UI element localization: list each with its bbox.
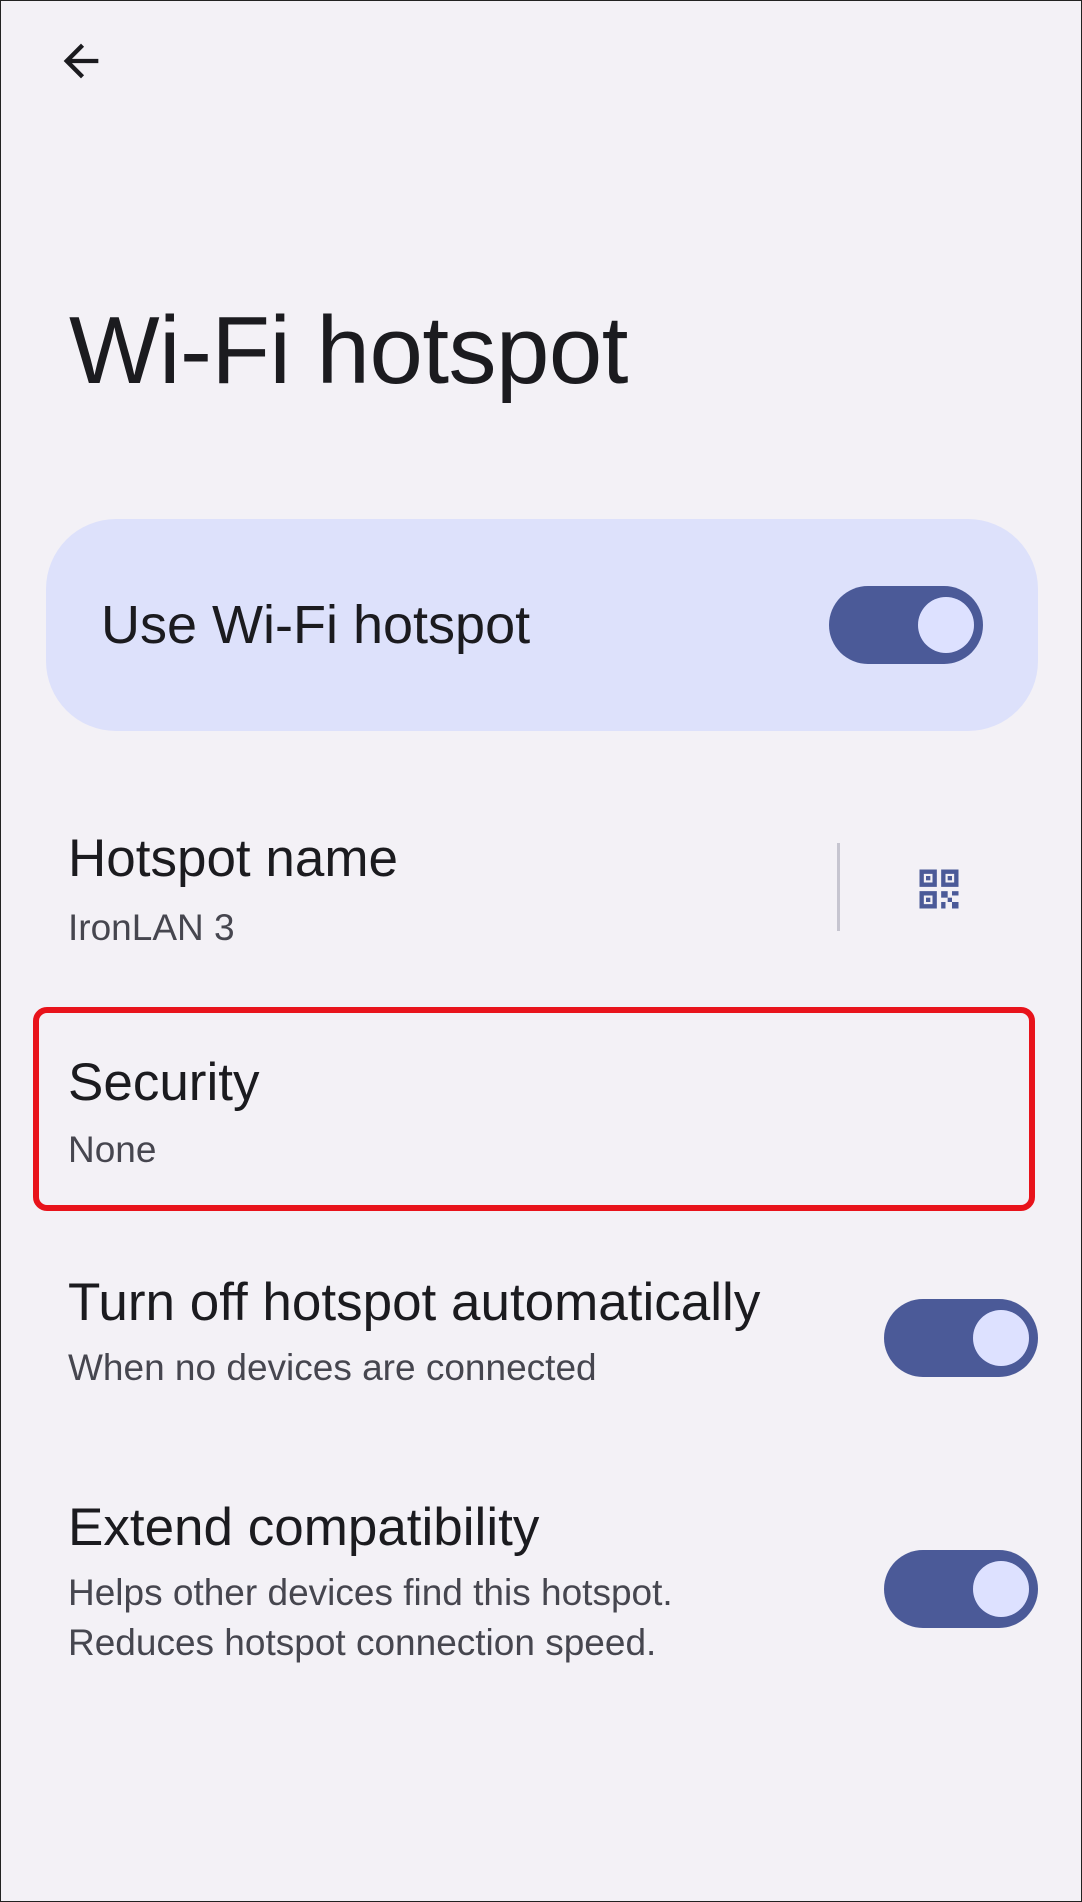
auto-off-title: Turn off hotspot automatically [68,1273,761,1332]
security-title: Security [68,1053,260,1112]
extend-compat-subtitle-1: Helps other devices find this hotspot. [68,1572,673,1613]
switch-thumb [918,597,974,653]
switch-thumb [973,1561,1029,1617]
back-button[interactable] [41,21,121,101]
auto-off-subtitle: When no devices are connected [68,1347,597,1388]
security-row[interactable]: Security None [1,1013,1082,1205]
use-hotspot-card[interactable]: Use Wi-Fi hotspot [46,519,1038,731]
arrow-back-icon [63,43,99,79]
use-hotspot-label: Use Wi-Fi hotspot [101,595,531,655]
qr-code-button[interactable] [891,841,987,937]
extend-compat-switch[interactable] [884,1550,1038,1628]
divider [837,843,840,931]
extend-compat-subtitle-2: Reduces hotspot connection speed. [68,1622,657,1663]
qr-code-icon [919,869,959,909]
auto-off-row[interactable]: Turn off hotspot automatically When no d… [1,1271,1082,1421]
screen: Wi-Fi hotspot Use Wi-Fi hotspot Hotspot … [0,0,1082,1902]
page-title: Wi-Fi hotspot [69,297,628,404]
extend-compat-row[interactable]: Extend compatibility Helps other devices… [1,1496,1082,1696]
hotspot-name-title: Hotspot name [68,829,398,888]
use-hotspot-switch[interactable] [829,586,983,664]
extend-compat-title: Extend compatibility [68,1498,540,1557]
auto-off-switch[interactable] [884,1299,1038,1377]
security-value: None [68,1129,157,1170]
hotspot-name-value: IronLAN 3 [68,907,235,948]
switch-thumb [973,1310,1029,1366]
